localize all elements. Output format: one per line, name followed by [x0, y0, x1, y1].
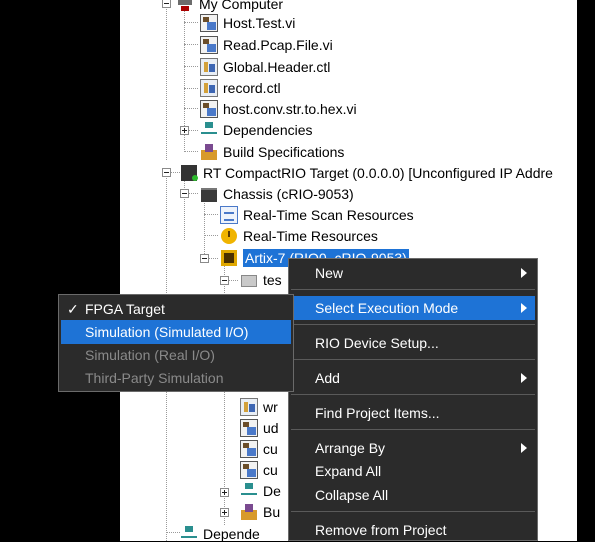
dependencies-icon — [180, 525, 198, 542]
menu-item-third-party-simulation: Third-Party Simulation — [85, 370, 224, 386]
tree-item-label: Dependencies — [223, 121, 313, 138]
tree-item-label: Host.Test.vi — [223, 14, 296, 31]
tree-item-build-fpga[interactable]: Bu — [240, 501, 280, 522]
tree-item-cu-1[interactable]: cu — [240, 438, 278, 459]
tree-item-label: wr — [263, 398, 278, 415]
tree-item-build-specifications[interactable]: Build Specifications — [200, 141, 344, 162]
collapse-toggle[interactable] — [220, 276, 229, 285]
left-dark-margin — [0, 0, 120, 541]
menu-item-fpga-target[interactable]: ✓ FPGA Target — [61, 297, 291, 321]
menu-item-arrange-by[interactable]: Arrange By — [291, 436, 535, 460]
tree-item-label: tes — [263, 271, 282, 288]
tree-item-folder[interactable]: tes — [240, 269, 282, 290]
tree-item-label: Chassis (cRIO-9053) — [223, 185, 354, 202]
tree-item-label: Real-Time Resources — [243, 227, 378, 244]
menu-separator — [291, 429, 535, 430]
computer-icon — [176, 0, 194, 13]
vi-icon — [200, 35, 218, 54]
expand-toggle[interactable] — [220, 488, 229, 497]
build-specifications-icon — [240, 503, 258, 521]
menu-separator — [291, 394, 535, 395]
collapse-toggle[interactable] — [200, 254, 209, 263]
expand-toggle[interactable] — [180, 126, 189, 135]
menu-separator — [291, 511, 535, 512]
menu-item-remove-from-project[interactable]: Remove from Project — [291, 518, 535, 542]
context-menu: New Select Execution Mode RIO Device Set… — [288, 258, 538, 541]
tree-item-label: Global.Header.ctl — [223, 58, 331, 75]
tree-item-global-header-ctl[interactable]: Global.Header.ctl — [200, 56, 330, 77]
menu-item-rio-device-setup[interactable]: RIO Device Setup... — [291, 331, 535, 355]
collapse-toggle[interactable] — [162, 168, 171, 177]
vi-icon — [200, 13, 218, 32]
menu-item-add[interactable]: Add — [291, 366, 535, 390]
tree-item-dependencies-rt[interactable]: Depende — [180, 523, 260, 541]
tree-item-label: De — [263, 482, 281, 499]
control-icon — [200, 57, 218, 76]
tree-item-label: Bu — [263, 503, 281, 520]
vi-icon — [240, 439, 258, 458]
submenu-arrow-icon — [521, 268, 527, 278]
dependencies-icon — [240, 482, 258, 500]
right-dark-margin — [577, 0, 595, 541]
menu-item-new[interactable]: New — [291, 261, 535, 285]
dependencies-icon — [200, 121, 218, 139]
build-specifications-icon — [200, 143, 218, 161]
tree-item-label: ud — [263, 419, 279, 436]
scan-resources-icon — [220, 205, 238, 224]
submenu-arrow-icon — [521, 373, 527, 383]
tree-item-cu-2[interactable]: cu — [240, 459, 278, 480]
menu-item-expand-all[interactable]: Expand All — [291, 459, 535, 483]
tree-item-label: cu — [263, 440, 278, 457]
collapse-toggle[interactable] — [162, 0, 171, 8]
tree-item-ud[interactable]: ud — [240, 417, 279, 438]
tree-item-dependencies-fpga[interactable]: De — [240, 480, 281, 501]
menu-item-find-project-items[interactable]: Find Project Items... — [291, 401, 535, 425]
chassis-icon — [200, 185, 218, 203]
checkmark-icon: ✓ — [67, 300, 79, 317]
menu-separator — [291, 359, 535, 360]
tree-item-read-pcap-vi[interactable]: Read.Pcap.File.vi — [200, 34, 333, 55]
tree-item-wr[interactable]: wr — [240, 396, 278, 417]
submenu-arrow-icon — [521, 443, 527, 453]
tree-item-label: My Computer — [199, 0, 284, 12]
fpga-chip-icon — [220, 249, 238, 267]
tree-item-label: Build Specifications — [223, 143, 345, 160]
tree-item-label: record.ctl — [223, 79, 281, 96]
tree-item-rt-resources[interactable]: Real-Time Resources — [220, 225, 378, 246]
tree-item-chassis[interactable]: Chassis (cRIO-9053) — [200, 183, 354, 204]
menu-item-select-execution-mode[interactable]: Select Execution Mode — [291, 296, 535, 320]
menu-separator — [291, 324, 535, 325]
tree-item-label: cu — [263, 461, 278, 478]
rt-target-icon — [180, 164, 198, 182]
vi-icon — [240, 460, 258, 479]
control-icon — [240, 397, 258, 416]
tree-item-record-ctl[interactable]: record.ctl — [200, 77, 281, 98]
tree-item-label: RT CompactRIO Target (0.0.0.0) [Unconfig… — [203, 164, 553, 181]
vi-icon — [240, 418, 258, 437]
folder-icon — [240, 271, 258, 289]
expand-toggle[interactable] — [220, 508, 229, 517]
tree-item-label: Depende — [203, 525, 260, 542]
menu-separator — [291, 289, 535, 290]
tree-item-label: host.conv.str.to.hex.vi — [223, 100, 357, 117]
tree-item-host-conv-vi[interactable]: host.conv.str.to.hex.vi — [200, 98, 357, 119]
vi-icon — [200, 99, 218, 118]
tree-item-host-test-vi[interactable]: Host.Test.vi — [200, 12, 295, 33]
tree-item-label: Real-Time Scan Resources — [243, 206, 414, 223]
menu-item-collapse-all[interactable]: Collapse All — [291, 483, 535, 507]
tree-item-dependencies[interactable]: Dependencies — [200, 119, 313, 140]
control-icon — [200, 78, 218, 97]
collapse-toggle[interactable] — [180, 189, 189, 198]
menu-item-simulation-real-io: Simulation (Real I/O) — [85, 347, 215, 363]
tree-item-label: Read.Pcap.File.vi — [223, 36, 333, 53]
menu-item-simulation-simulated-io[interactable]: Simulation (Simulated I/O) — [61, 320, 291, 344]
tree-item-scan-resources[interactable]: Real-Time Scan Resources — [220, 204, 414, 225]
tree-item-rt-target[interactable]: RT CompactRIO Target (0.0.0.0) [Unconfig… — [180, 162, 553, 183]
real-time-resources-icon — [220, 227, 238, 245]
submenu-arrow-icon — [521, 303, 527, 313]
execution-mode-submenu: ✓ FPGA Target Simulation (Simulated I/O)… — [58, 294, 294, 392]
